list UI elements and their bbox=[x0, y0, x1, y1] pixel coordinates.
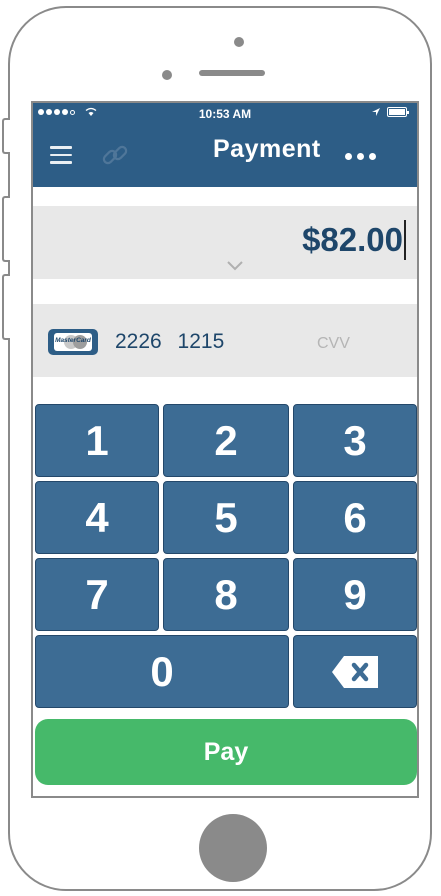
page-title: Payment bbox=[213, 135, 321, 163]
home-button[interactable] bbox=[199, 814, 267, 882]
mastercard-icon: MasterCard bbox=[48, 329, 98, 355]
link-icon[interactable] bbox=[101, 141, 129, 169]
mute-switch bbox=[2, 118, 10, 154]
earpiece-speaker bbox=[199, 70, 265, 76]
status-time: 10:53 AM bbox=[198, 107, 252, 121]
navigation-bar: Payment bbox=[33, 125, 417, 187]
key-1[interactable]: 1 bbox=[35, 404, 159, 477]
status-bar: 10:53 AM bbox=[33, 103, 417, 125]
volume-down-button bbox=[2, 274, 10, 340]
pay-button[interactable]: Pay bbox=[35, 719, 417, 785]
backspace-icon bbox=[332, 655, 378, 688]
battery-icon bbox=[387, 107, 409, 117]
key-6[interactable]: 6 bbox=[293, 481, 417, 554]
card-row[interactable]: MasterCard 2226 1215 CVV bbox=[33, 304, 417, 377]
more-options-icon[interactable] bbox=[345, 153, 376, 160]
volume-up-button bbox=[2, 196, 10, 262]
proximity-sensor bbox=[162, 70, 172, 80]
amount-value: $82.00 bbox=[302, 221, 403, 258]
cvv-input[interactable]: CVV bbox=[317, 335, 350, 353]
card-brand-label: MasterCard bbox=[55, 337, 91, 344]
app-screen: 10:53 AM Payment $82.00 MasterCard 2226 … bbox=[31, 101, 419, 798]
key-9[interactable]: 9 bbox=[293, 558, 417, 631]
hamburger-menu-icon[interactable] bbox=[50, 146, 72, 168]
amount-field[interactable]: $82.00 bbox=[33, 206, 417, 279]
key-5[interactable]: 5 bbox=[163, 481, 289, 554]
text-cursor bbox=[404, 220, 406, 260]
chevron-down-icon[interactable] bbox=[226, 260, 244, 272]
card-number: 2226 1215 bbox=[115, 330, 225, 353]
key-2[interactable]: 2 bbox=[163, 404, 289, 477]
key-4[interactable]: 4 bbox=[35, 481, 159, 554]
key-8[interactable]: 8 bbox=[163, 558, 289, 631]
key-3[interactable]: 3 bbox=[293, 404, 417, 477]
location-arrow-icon bbox=[372, 108, 380, 116]
key-0[interactable]: 0 bbox=[35, 635, 289, 708]
backspace-key[interactable] bbox=[293, 635, 417, 708]
key-7[interactable]: 7 bbox=[35, 558, 159, 631]
front-camera bbox=[234, 37, 244, 47]
